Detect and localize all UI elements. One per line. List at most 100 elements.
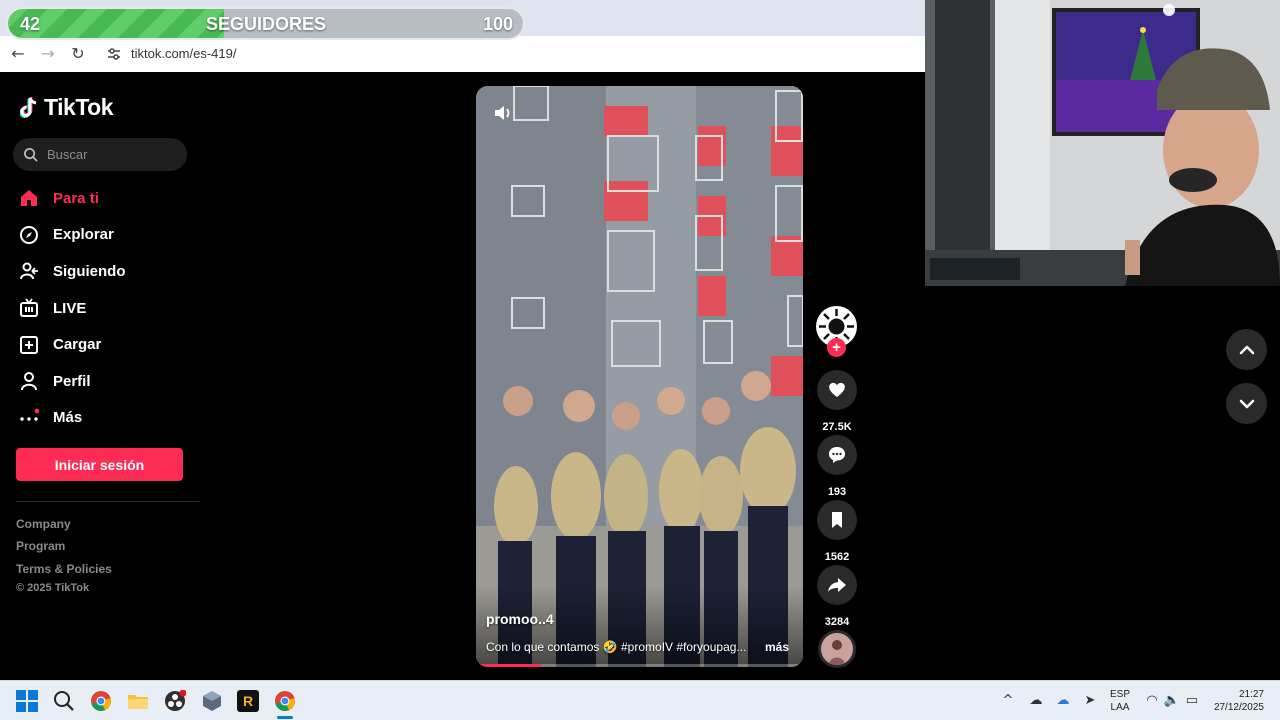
share-action[interactable]: 3284 bbox=[817, 565, 857, 628]
back-icon[interactable]: ← bbox=[7, 43, 29, 65]
windows-taskbar: R ^ ☁ ☁ ➤ ESP LAA ◠ 🔈 ▭ 21:27 27/12/2025 bbox=[0, 680, 1280, 720]
language-code: ESP bbox=[1110, 689, 1131, 700]
video-frame-image bbox=[476, 86, 803, 667]
comment-icon bbox=[829, 447, 845, 463]
follower-goal-bar: 42 SEGUIDORES 100 bbox=[6, 7, 525, 40]
sidebar-item-live[interactable]: LIVE bbox=[18, 290, 198, 327]
search-icon bbox=[24, 148, 38, 162]
caption-more-link[interactable]: más bbox=[765, 640, 789, 654]
video-progress-bar[interactable] bbox=[476, 664, 803, 667]
bookmark-icon bbox=[832, 512, 842, 528]
clock-time: 21:27 bbox=[1238, 689, 1264, 700]
sidebar-item-more[interactable]: Más bbox=[18, 400, 198, 437]
upload-icon bbox=[18, 334, 40, 356]
sidebar-item-following[interactable]: Siguiendo bbox=[18, 253, 198, 290]
footer-link-terms[interactable]: Terms & Policies bbox=[16, 562, 112, 576]
chevron-down-icon bbox=[1239, 399, 1254, 408]
browser-toolbar: ← → ↻ tiktok.com/es-419/ bbox=[0, 36, 925, 72]
sidebar-nav: Para ti Explorar Siguiendo LIVE Cargar Perfil… bbox=[18, 180, 198, 436]
layout-code: LAA bbox=[1110, 702, 1130, 713]
cloud-sync-icon[interactable]: ☁ bbox=[1054, 692, 1072, 710]
footer-link-company[interactable]: Company bbox=[16, 517, 71, 531]
like-button[interactable] bbox=[817, 370, 857, 410]
site-settings-icon[interactable] bbox=[106, 46, 122, 62]
sidebar-item-label: Perfil bbox=[53, 372, 91, 390]
follow-plus-button[interactable]: + bbox=[827, 338, 846, 357]
location-icon[interactable]: ➤ bbox=[1081, 692, 1099, 710]
sidebar-item-label: Más bbox=[53, 409, 83, 427]
sidebar-item-label: LIVE bbox=[53, 299, 87, 317]
chrome-active-icon[interactable] bbox=[273, 689, 297, 713]
video-caption: Con lo que contamos 🤣 #promoIV #foryoupa… bbox=[486, 640, 747, 654]
share-arrow-icon bbox=[828, 578, 846, 592]
sidebar-item-upload[interactable]: Cargar bbox=[18, 326, 198, 363]
taskbar-search-icon[interactable] bbox=[52, 689, 76, 713]
video-player[interactable]: promoo..4 Con lo que contamos 🤣 #promoIV… bbox=[476, 86, 803, 667]
battery-icon[interactable]: ▭ bbox=[1183, 692, 1201, 710]
forward-icon[interactable]: → bbox=[37, 43, 59, 65]
like-action[interactable]: 27.5K bbox=[817, 370, 857, 433]
obs-icon[interactable] bbox=[163, 689, 187, 713]
rockstar-launcher-icon[interactable]: R bbox=[236, 689, 260, 713]
file-explorer-icon[interactable] bbox=[126, 689, 150, 713]
heart-icon bbox=[829, 382, 845, 397]
sound-disc[interactable] bbox=[818, 630, 856, 668]
comment-button[interactable] bbox=[817, 435, 857, 475]
wifi-icon[interactable]: ◠ bbox=[1143, 692, 1161, 710]
video-author[interactable]: promoo..4 bbox=[486, 611, 554, 627]
home-icon bbox=[18, 187, 40, 209]
active-app-indicator bbox=[277, 716, 293, 719]
tiktok-note-icon bbox=[20, 96, 37, 118]
chevron-up-icon bbox=[1239, 345, 1254, 354]
volume-icon[interactable]: 🔈 bbox=[1163, 692, 1181, 710]
login-button[interactable]: Iniciar sesión bbox=[16, 448, 183, 481]
clock-date: 27/12/2025 bbox=[1213, 702, 1264, 713]
share-count: 3284 bbox=[824, 616, 850, 628]
address-bar[interactable]: tiktok.com/es-419/ bbox=[131, 46, 237, 61]
compass-icon bbox=[18, 224, 40, 246]
follower-goal-label: SEGUIDORES bbox=[206, 14, 327, 34]
volume-icon[interactable] bbox=[492, 102, 514, 124]
sidebar-item-profile[interactable]: Perfil bbox=[18, 363, 198, 400]
svg-text:R: R bbox=[243, 693, 253, 709]
tiktok-logo[interactable]: TikTok bbox=[20, 94, 114, 121]
system-clock[interactable]: 21:27 27/12/2025 bbox=[1208, 688, 1264, 714]
sidebar-item-label: Cargar bbox=[53, 336, 102, 354]
sidebar-item-home[interactable]: Para ti bbox=[18, 180, 198, 217]
webcam-overlay bbox=[925, 0, 1280, 286]
sidebar-item-label: Siguiendo bbox=[53, 262, 126, 280]
search-input[interactable] bbox=[47, 146, 177, 163]
sound-thumbnail-icon bbox=[821, 633, 853, 665]
follower-current-count: 42 bbox=[20, 14, 41, 34]
live-icon bbox=[18, 297, 40, 319]
like-count: 27.5K bbox=[822, 421, 852, 433]
share-button[interactable] bbox=[817, 565, 857, 605]
onedrive-icon[interactable]: ☁ bbox=[1027, 692, 1045, 710]
sidebar-divider bbox=[16, 501, 200, 502]
follower-goal-fill bbox=[8, 9, 225, 38]
app-cube-icon[interactable] bbox=[200, 689, 224, 713]
save-count: 1562 bbox=[824, 551, 850, 563]
windows-start-icon[interactable] bbox=[15, 689, 39, 713]
follower-goal-count: 100 bbox=[482, 14, 513, 34]
save-action[interactable]: 1562 bbox=[817, 500, 857, 563]
footer-link-program[interactable]: Program bbox=[16, 539, 65, 553]
tray-overflow-icon[interactable]: ^ bbox=[999, 692, 1017, 710]
previous-video-button[interactable] bbox=[1226, 329, 1267, 370]
profile-icon bbox=[18, 370, 40, 392]
following-icon bbox=[18, 260, 40, 282]
reload-icon[interactable]: ↻ bbox=[67, 43, 89, 65]
video-progress-fill bbox=[476, 664, 542, 667]
sidebar-item-compass[interactable]: Explorar bbox=[18, 217, 198, 254]
tiktok-logo-text: TikTok bbox=[44, 94, 114, 120]
more-icon bbox=[18, 407, 40, 429]
input-language[interactable]: ESP LAA bbox=[1110, 688, 1130, 714]
save-button[interactable] bbox=[817, 500, 857, 540]
sidebar-item-label: Explorar bbox=[53, 226, 114, 244]
search-box[interactable] bbox=[13, 138, 187, 171]
chrome-icon[interactable] bbox=[89, 689, 113, 713]
next-video-button[interactable] bbox=[1226, 383, 1267, 424]
sidebar-item-label: Para ti bbox=[53, 189, 99, 207]
webcam-image bbox=[925, 0, 1280, 286]
comment-action[interactable]: 193 bbox=[817, 435, 857, 498]
